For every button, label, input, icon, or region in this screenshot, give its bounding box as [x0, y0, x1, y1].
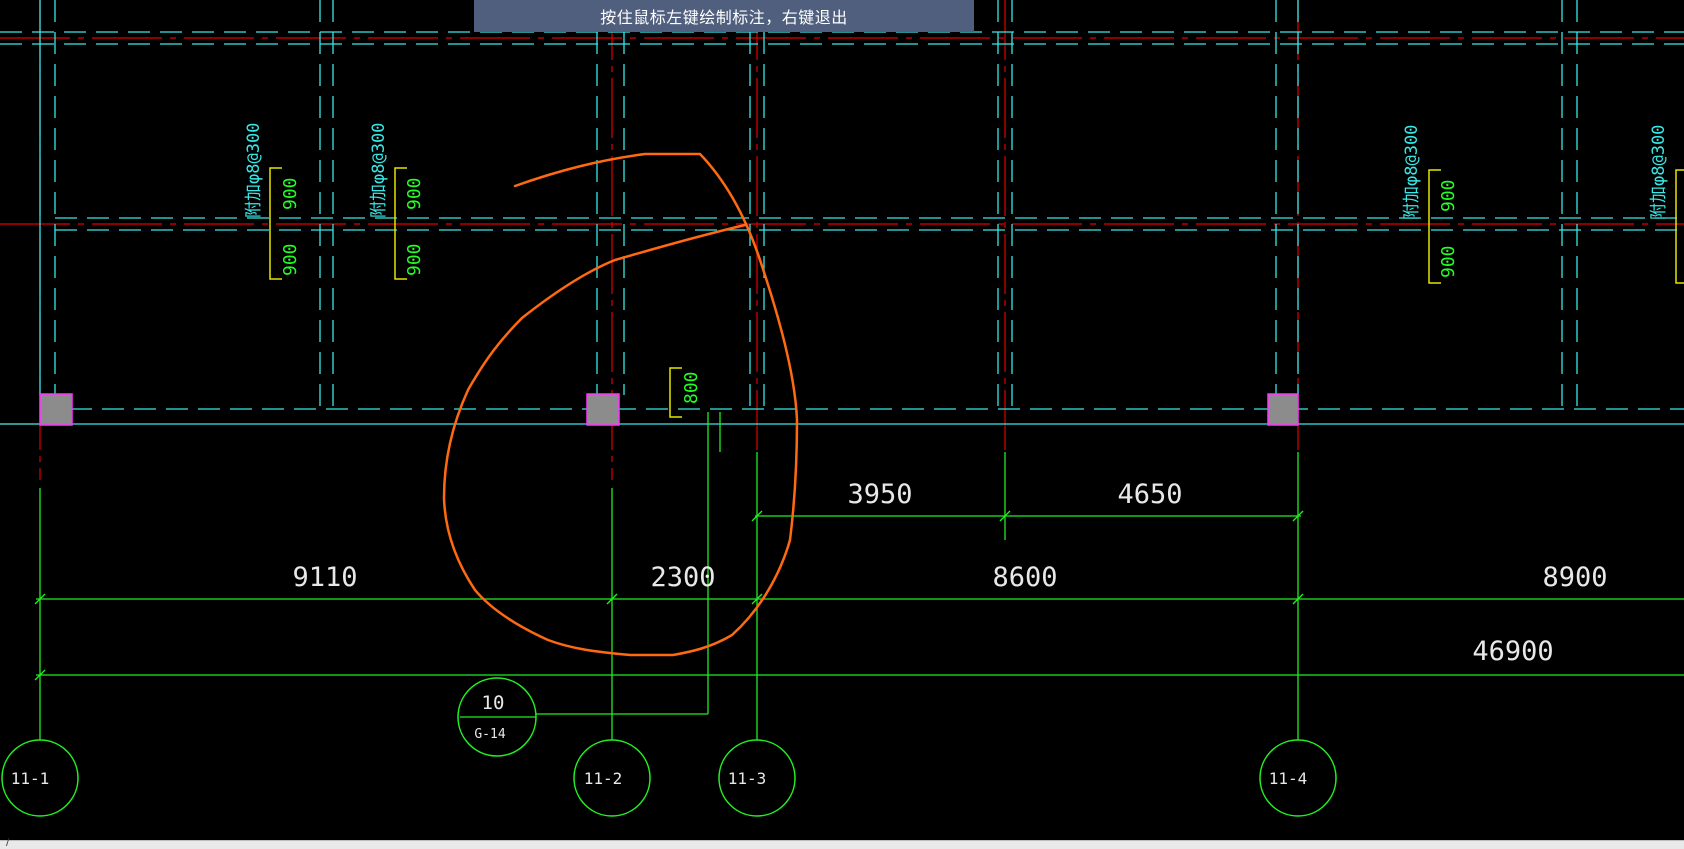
axis-bubble-label: 11-1 — [11, 769, 50, 788]
dimension-text[interactable]: 8600 — [992, 562, 1057, 593]
axis-bubble-11-4[interactable]: 11-4 — [1259, 739, 1337, 817]
rebar-stirrup-label: 附加φ8@300 — [244, 123, 264, 218]
axis-bubble-label: 11-3 — [728, 769, 767, 788]
axis-bubble-11-2[interactable]: 11-2 — [573, 739, 651, 817]
rebar-stirrup-label: 附加φ8@300 — [1402, 125, 1422, 220]
tool-hint-banner: 按住鼠标左键绘制标注，右键退出 — [474, 0, 974, 32]
rebar-length-label: 900 — [404, 177, 425, 210]
status-bar-edge: / — [6, 837, 10, 848]
rebar-stirrup-label: 附加φ8@300 — [369, 123, 389, 218]
rebar-stirrup-label: 附加φ8@300 — [1649, 125, 1669, 220]
axis-bubble-label: 11-4 — [1269, 769, 1308, 788]
dimension-lines — [34, 412, 1684, 740]
dimension-total-text[interactable]: 46900 — [1472, 636, 1553, 667]
dimension-text[interactable]: 9110 — [292, 562, 357, 593]
rebar-annotation-2[interactable]: 附加φ8@300 900 900 — [369, 123, 425, 280]
detail-marker[interactable]: 10 G-14 — [457, 677, 537, 757]
axis-bubble-11-1[interactable]: 11-1 — [1, 739, 79, 817]
dimension-text[interactable]: 3950 — [847, 479, 912, 510]
detail-number: 10 — [482, 692, 505, 714]
cad-drawing-canvas[interactable]: 附加φ8@300 900 900 附加φ8@300 900 900 附加φ8@3… — [0, 0, 1684, 840]
rebar-length-label: 900 — [1438, 179, 1459, 212]
rebar-length-label: 900 — [1438, 245, 1459, 278]
axis-grid-horizontal — [0, 37, 1684, 425]
rebar-annotation-1[interactable]: 附加φ8@300 900 900 — [244, 123, 301, 280]
rebar-annotation-3[interactable]: 附加φ8@300 900 900 — [1402, 125, 1459, 284]
rebar-length-label: 800 — [681, 371, 702, 404]
rebar-length-label: 900 — [280, 243, 301, 276]
rebar-length-label: 900 — [280, 177, 301, 210]
dimension-text[interactable]: 2300 — [650, 562, 715, 593]
dimension-text[interactable]: 8900 — [1542, 562, 1607, 593]
rebar-annotation-4[interactable]: 附加φ8@300 — [1649, 125, 1684, 284]
dimension-text[interactable]: 4650 — [1117, 479, 1182, 510]
axis-grid-vertical — [39, 0, 1299, 480]
column-11-1[interactable] — [39, 393, 73, 426]
axis-bubble-11-3[interactable]: 11-3 — [718, 739, 796, 817]
detail-sheet: G-14 — [474, 727, 505, 742]
freehand-markup-annotation[interactable] — [442, 152, 799, 657]
column-11-2[interactable] — [586, 393, 620, 426]
axis-bubble-label: 11-2 — [584, 769, 623, 788]
column-11-4[interactable] — [1267, 393, 1299, 426]
rebar-length-label: 900 — [404, 243, 425, 276]
